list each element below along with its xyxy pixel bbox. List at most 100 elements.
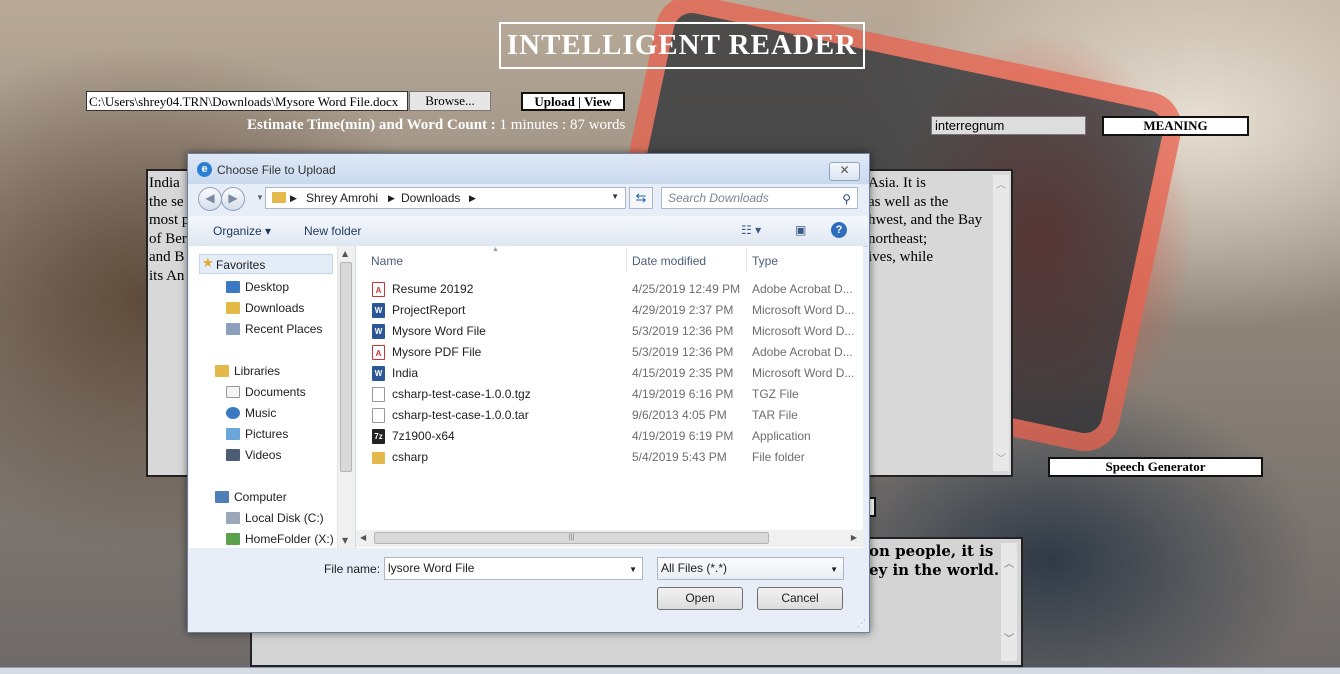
sidebar-item-label: Computer — [234, 490, 287, 504]
sidebar-item-recent-places[interactable]: Recent Places — [226, 322, 322, 336]
new-folder-button[interactable]: New folder — [304, 224, 361, 238]
recent-dropdown-icon[interactable]: ▼ — [256, 193, 264, 202]
file-type-select[interactable]: All Files (*.*) ▼ — [657, 557, 844, 580]
scroll-right-icon[interactable]: ▶ — [851, 533, 857, 542]
file-date: 5/3/2019 12:36 PM — [632, 345, 734, 359]
file-name: Mysore Word File — [392, 324, 486, 338]
sidebar-item-favorites[interactable]: ★ Favorites — [199, 254, 333, 274]
folder-icon — [272, 192, 286, 203]
file-row[interactable]: 7z 7z1900-x64 4/19/2019 6:19 PM Application — [356, 426, 863, 447]
scroll-thumb[interactable] — [340, 262, 352, 472]
scroll-left-icon[interactable]: ◀ — [360, 533, 366, 542]
chevron-right-icon[interactable]: ▶ — [388, 193, 395, 204]
sidebar-item-videos[interactable]: Videos — [226, 448, 281, 462]
file-date: 4/25/2019 12:49 PM — [632, 282, 741, 296]
file-row[interactable]: A Mysore PDF File 5/3/2019 12:36 PM Adobe A… — [356, 342, 863, 363]
cancel-button[interactable]: Cancel — [757, 587, 843, 610]
scroll-thumb[interactable]: ||| — [374, 532, 769, 544]
back-arrow-icon[interactable]: ◀ — [198, 187, 222, 211]
file-row[interactable]: W ProjectReport 4/29/2019 2:37 PM Microsoft… — [356, 300, 863, 321]
file-name-label: File name: — [324, 562, 381, 576]
scroll-down-icon[interactable]: ﹀ — [995, 451, 1007, 470]
sidebar-item-libraries[interactable]: Libraries — [215, 364, 280, 378]
file-date: 4/19/2019 6:19 PM — [632, 429, 734, 443]
column-separator[interactable] — [746, 248, 747, 272]
file-row[interactable]: csharp-test-case-1.0.0.tar 9/6/2013 4:05 … — [356, 405, 863, 426]
upload-view-button[interactable]: Upload | View — [521, 92, 625, 111]
estimate-line: Estimate Time(min) and Word Count : 1 mi… — [247, 117, 625, 134]
view-options-icon[interactable]: ☷ ▾ — [741, 223, 761, 237]
resize-grip-icon[interactable]: ⋰ — [857, 618, 866, 629]
file-path-field[interactable]: C:\Users\shrey04.TRN\Downloads\Mysore Wo… — [86, 91, 408, 111]
file-type: File folder — [752, 450, 805, 464]
browse-button[interactable]: Browse... — [409, 91, 491, 111]
disk-icon — [226, 512, 240, 524]
chevron-right-icon[interactable]: ▶ — [290, 193, 297, 204]
search-input[interactable]: Search Downloads ⚲ — [661, 187, 858, 209]
file-name: Resume 20192 — [392, 282, 474, 296]
sidebar-item-label: HomeFolder (X:) — [245, 532, 334, 546]
preview-pane-icon[interactable]: ▣ — [795, 223, 806, 237]
file-type-value: All Files (*.*) — [661, 561, 728, 575]
column-separator[interactable] — [626, 248, 627, 272]
dialog-titlebar[interactable]: e Choose File to Upload ✕ — [188, 154, 869, 184]
sidebar-item-homefolder[interactable]: HomeFolder (X:) — [226, 532, 334, 546]
sidebar-item-local-disk[interactable]: Local Disk (C:) — [226, 511, 324, 525]
chevron-down-icon[interactable]: ▼ — [830, 559, 838, 580]
file-row[interactable]: W Mysore Word File 5/3/2019 12:36 PM Micros… — [356, 321, 863, 342]
file-type: Adobe Acrobat D... — [752, 345, 853, 359]
scroll-down-icon[interactable]: ﹀ — [1003, 630, 1015, 649]
sidebar-item-music[interactable]: Music — [226, 406, 276, 420]
file-row[interactable]: W India 4/15/2019 2:35 PM Microsoft Word D.… — [356, 363, 863, 384]
file-row[interactable]: A Resume 20192 4/25/2019 12:49 PM Adobe Acr… — [356, 279, 863, 300]
output-scrollbar[interactable]: ︿ ﹀ — [1001, 543, 1017, 661]
address-bar[interactable]: ▶ Shrey Amrohi ▶ Downloads ▶ ▼ — [265, 187, 626, 209]
sidebar-item-downloads[interactable]: Downloads — [226, 301, 304, 315]
word-lookup-input[interactable]: interregnum — [931, 116, 1086, 135]
file-type: Microsoft Word D... — [752, 324, 855, 338]
refresh-icon[interactable]: ⇆ — [629, 187, 653, 209]
document-scrollbar[interactable]: ︿ ﹀ — [993, 175, 1009, 471]
document-text-right: Asia. It is as well as the hwest, and the … — [868, 174, 998, 267]
chevron-down-icon[interactable]: ▼ — [629, 559, 637, 580]
sidebar-item-label: Local Disk (C:) — [245, 511, 324, 525]
open-button[interactable]: Open — [657, 587, 743, 610]
file-date: 5/4/2019 5:43 PM — [632, 450, 727, 464]
document-text-line: ives, while — [868, 249, 933, 265]
column-header-name[interactable]: Name — [371, 254, 403, 268]
network-drive-icon — [226, 533, 240, 545]
speech-generator-button[interactable]: Speech Generator — [1048, 457, 1263, 477]
close-button[interactable]: ✕ — [829, 162, 860, 181]
sidebar-item-documents[interactable]: Documents — [226, 385, 306, 399]
document-text-line: hwest, and the Bay — [868, 212, 983, 228]
computer-icon — [215, 491, 229, 503]
meaning-button[interactable]: MEANING — [1102, 116, 1249, 136]
search-icon[interactable]: ⚲ — [842, 189, 851, 209]
sidebar-item-desktop[interactable]: Desktop — [226, 280, 289, 294]
file-name-input[interactable]: lysore Word File ▼ — [384, 557, 643, 580]
organize-menu[interactable]: Organize ▾ — [213, 224, 271, 238]
file-list-hscrollbar[interactable]: ◀ ||| ▶ — [356, 530, 863, 547]
scroll-down-icon[interactable]: ▼ — [342, 536, 348, 545]
chevron-right-icon[interactable]: ▶ — [469, 193, 476, 204]
file-row[interactable]: csharp-test-case-1.0.0.tgz 4/19/2019 6:16… — [356, 384, 863, 405]
help-icon[interactable]: ? — [831, 222, 847, 238]
nav-pane-scrollbar[interactable]: ▲ ▼ — [337, 246, 355, 548]
column-header-date[interactable]: Date modified — [632, 254, 706, 268]
chevron-down-icon[interactable]: ▼ — [611, 192, 619, 201]
forward-arrow-icon[interactable]: ▶ — [221, 187, 245, 211]
breadcrumb-user[interactable]: Shrey Amrohi — [306, 191, 378, 205]
search-placeholder: Search Downloads — [668, 191, 769, 205]
sidebar-item-label: Pictures — [245, 427, 289, 441]
file-name: csharp — [392, 450, 429, 464]
file-row[interactable]: csharp 5/4/2019 5:43 PM File folder — [356, 447, 863, 468]
sidebar-item-computer[interactable]: Computer — [215, 490, 287, 504]
scroll-up-icon[interactable]: ▲ — [342, 249, 348, 258]
libraries-icon — [215, 365, 229, 377]
sidebar-item-pictures[interactable]: Pictures — [226, 427, 288, 441]
scroll-up-icon[interactable]: ︿ — [995, 177, 1007, 196]
scroll-up-icon[interactable]: ︿ — [1003, 555, 1015, 574]
column-header-type[interactable]: Type — [752, 254, 778, 268]
file-name: India — [392, 366, 419, 380]
breadcrumb-downloads[interactable]: Downloads — [401, 191, 460, 205]
